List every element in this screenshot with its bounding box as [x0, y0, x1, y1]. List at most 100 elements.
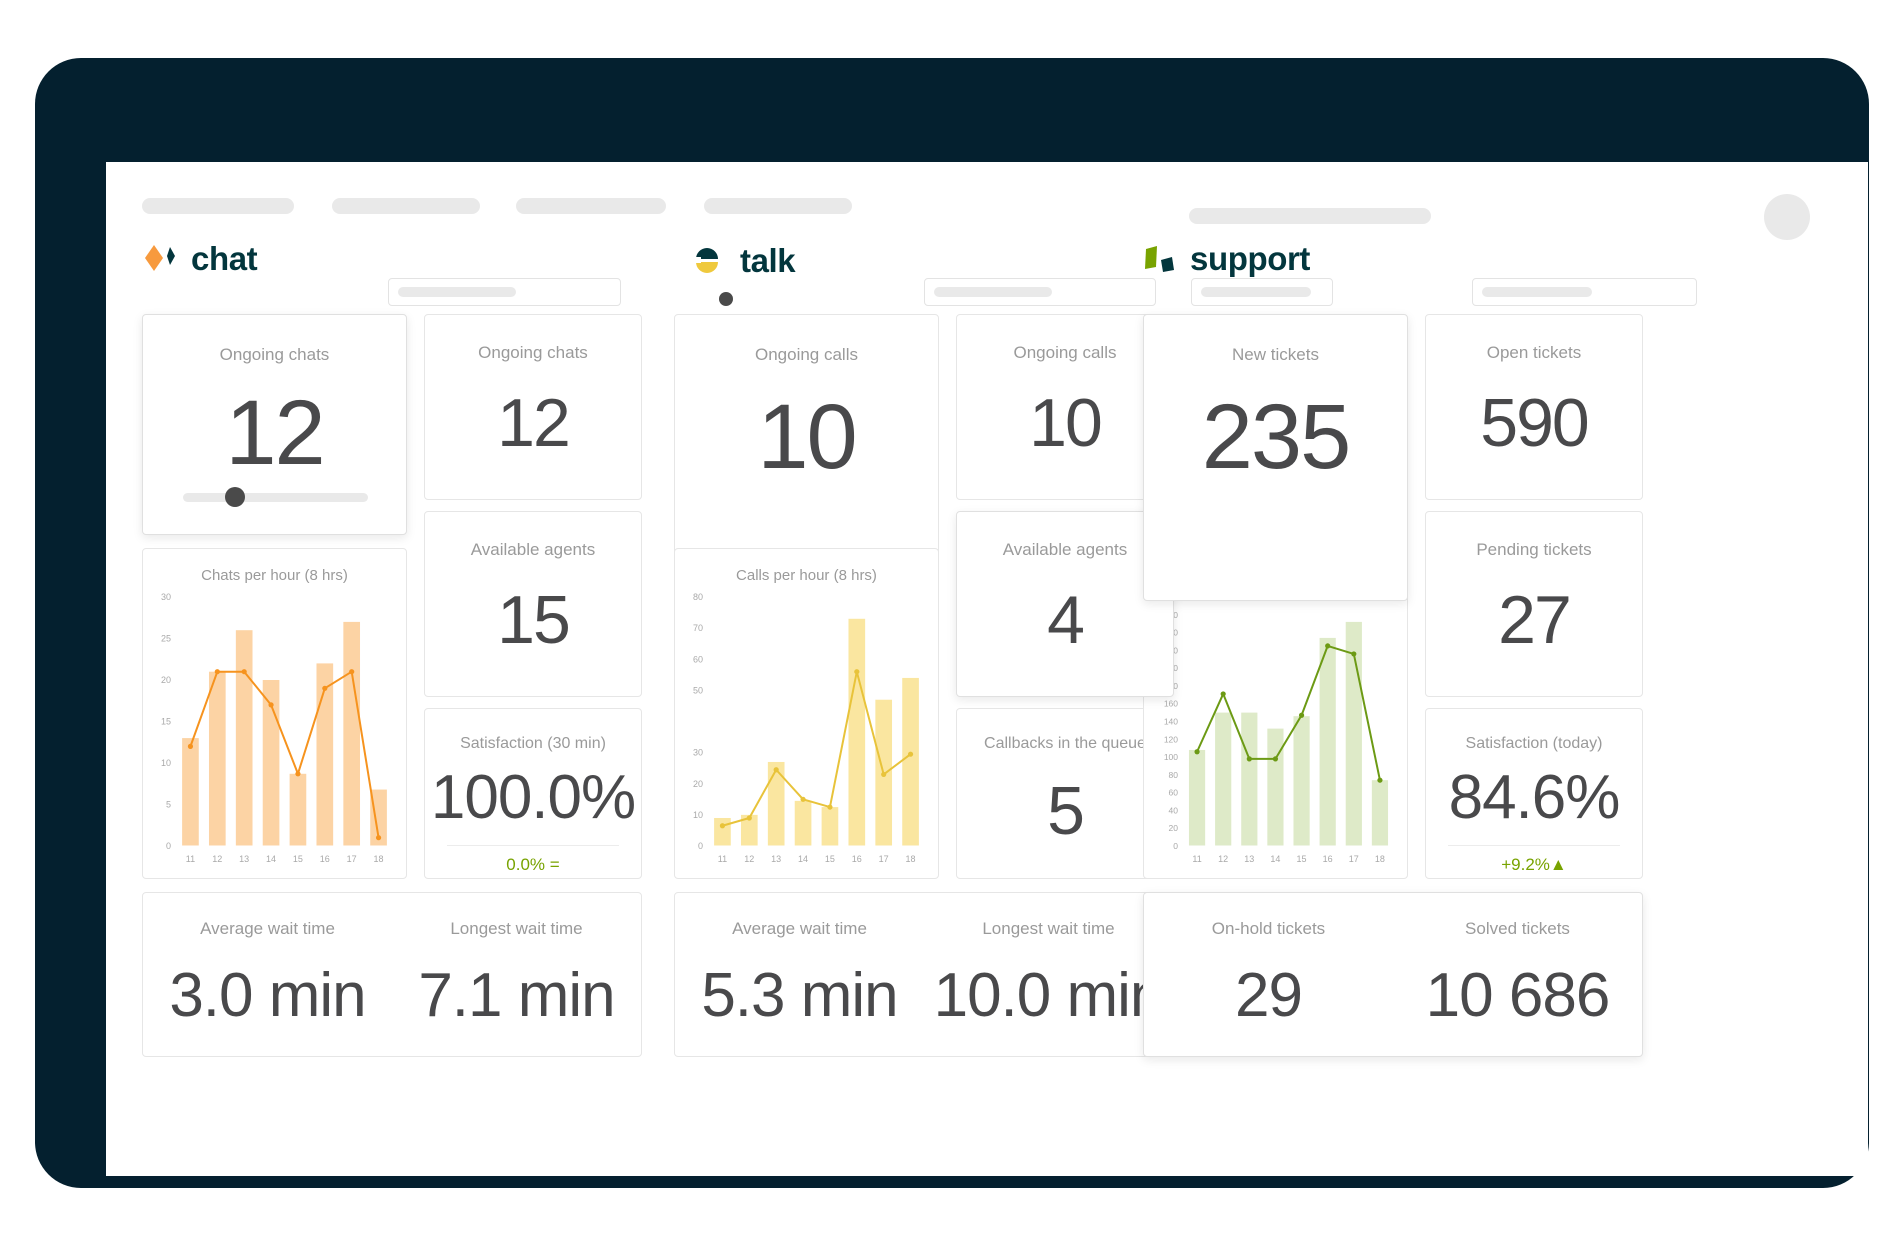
- longest-wait-block-talk: Longest wait time 10.0 min: [924, 893, 1173, 1056]
- solved-tickets-block: Solved tickets 10 686: [1393, 893, 1642, 1056]
- bar: [1371, 780, 1389, 846]
- talk-filter-placeholder: [934, 287, 1052, 297]
- svg-text:30: 30: [693, 748, 703, 758]
- card-value: 10 686: [1425, 961, 1611, 1030]
- card-value: 12: [497, 385, 571, 461]
- chat-filter-pill[interactable]: [388, 278, 621, 306]
- svg-text:13: 13: [239, 854, 249, 864]
- card-value: 5: [1047, 773, 1085, 849]
- longest-wait-block-chat: Longest wait time 7.1 min: [392, 893, 641, 1056]
- svg-text:80: 80: [693, 592, 703, 602]
- card-value: 29: [1235, 961, 1303, 1030]
- bar: [208, 671, 226, 846]
- card-value: 10: [1029, 385, 1103, 461]
- nav-skeleton-1: [142, 198, 294, 214]
- svg-text:12: 12: [744, 854, 754, 864]
- card-ongoing-chats-primary[interactable]: Ongoing chats 12: [142, 314, 407, 535]
- svg-text:30: 30: [161, 592, 171, 602]
- support-logo-icon: [1141, 243, 1177, 275]
- svg-text:16: 16: [320, 854, 330, 864]
- card-label: Available agents: [1002, 540, 1128, 559]
- card-value: 5.3 min: [701, 961, 898, 1030]
- card-satisfaction-chat[interactable]: Satisfaction (30 min) 100.0% 0.0% =: [424, 708, 642, 879]
- brand-label-chat: chat: [191, 240, 258, 277]
- svg-text:10: 10: [161, 758, 171, 768]
- card-ticket-counts[interactable]: On-hold tickets 29 Solved tickets 10 686: [1143, 892, 1643, 1057]
- svg-text:12: 12: [212, 854, 222, 864]
- card-delta: +9.2%▲: [1448, 845, 1620, 875]
- svg-text:120: 120: [1164, 734, 1178, 744]
- bar: [1293, 716, 1310, 846]
- talk-filter-pill[interactable]: [924, 278, 1156, 306]
- svg-text:0: 0: [1173, 841, 1178, 851]
- bar: [182, 738, 199, 846]
- support-filter-pill-2[interactable]: [1472, 278, 1697, 306]
- svg-text:15: 15: [1297, 854, 1307, 864]
- svg-text:20: 20: [693, 779, 703, 789]
- bar: [821, 807, 839, 846]
- support-filter-placeholder-2: [1482, 287, 1592, 297]
- card-new-tickets[interactable]: New tickets 235: [1143, 314, 1408, 601]
- svg-text:50: 50: [693, 685, 703, 695]
- svg-text:0: 0: [166, 841, 171, 851]
- card-callbacks-queue[interactable]: Callbacks in the queue 5: [956, 708, 1174, 879]
- card-chat-chart: Chats per hour (8 hrs) 0 5 10 15 20 25 30 11 12 1…: [142, 548, 407, 879]
- svg-text:25: 25: [161, 634, 171, 644]
- svg-text:11: 11: [718, 854, 727, 864]
- card-label: Average wait time: [732, 919, 867, 938]
- svg-text:17: 17: [879, 854, 889, 864]
- bar: [289, 773, 307, 846]
- card-wait-times-chat[interactable]: Average wait time 3.0 min Longest wait t…: [142, 892, 642, 1057]
- card-pending-tickets[interactable]: Pending tickets 27: [1425, 511, 1643, 697]
- talk-chart-svg: 0 10 20 30 50 60 70 80 11 12 13 14 15 16 17 18: [693, 592, 924, 864]
- card-label: Ongoing calls: [754, 345, 858, 364]
- card-value: 4: [1047, 582, 1085, 658]
- svg-text:160: 160: [1164, 699, 1178, 709]
- chat-logo-icon: [142, 243, 178, 275]
- ongoing-chats-slider-track[interactable]: [183, 493, 368, 502]
- svg-text:13: 13: [1244, 854, 1254, 864]
- ongoing-chats-slider-knob[interactable]: [225, 487, 245, 507]
- support-filter-pill-1[interactable]: [1191, 278, 1333, 306]
- svg-text:20: 20: [161, 675, 171, 685]
- svg-text:14: 14: [266, 854, 276, 864]
- bar: [343, 621, 361, 846]
- support-filter-placeholder-1: [1201, 287, 1311, 297]
- brand-label-support: support: [1190, 240, 1311, 277]
- svg-text:16: 16: [852, 854, 862, 864]
- card-ongoing-chats-secondary[interactable]: Ongoing chats 12: [424, 314, 642, 500]
- chat-filter-placeholder: [398, 287, 516, 297]
- card-label: New tickets: [1232, 345, 1319, 364]
- card-value: 7.1 min: [418, 961, 615, 1030]
- card-label: Satisfaction (today): [1465, 735, 1603, 752]
- avg-wait-block-talk: Average wait time 5.3 min: [675, 893, 924, 1056]
- card-label: Callbacks in the queue: [984, 735, 1146, 752]
- brand-header-talk: talk: [691, 242, 796, 280]
- svg-text:15: 15: [825, 854, 835, 864]
- card-value: 100.0%: [430, 763, 636, 832]
- bar: [1267, 728, 1284, 846]
- bar: [767, 761, 785, 846]
- avatar[interactable]: [1764, 194, 1810, 240]
- screenshot-root: chat talk support Ongoing chats 12 Ongoi…: [0, 0, 1904, 1244]
- card-ongoing-calls-secondary[interactable]: Ongoing calls 10: [956, 314, 1174, 500]
- svg-text:12: 12: [1218, 854, 1228, 864]
- card-label: Satisfaction (30 min): [460, 735, 606, 752]
- card-label: Solved tickets: [1465, 919, 1570, 938]
- svg-text:13: 13: [771, 854, 781, 864]
- card-wait-times-talk[interactable]: Average wait time 5.3 min Longest wait t…: [674, 892, 1174, 1057]
- talk-logo-icon: [691, 245, 727, 277]
- card-open-tickets[interactable]: Open tickets 590: [1425, 314, 1643, 500]
- card-available-agents-chat[interactable]: Available agents 15: [424, 511, 642, 697]
- svg-text:11: 11: [1192, 854, 1201, 864]
- card-label: Open tickets: [1486, 343, 1582, 362]
- card-value: 84.6%: [1448, 763, 1621, 832]
- card-satisfaction-support[interactable]: Satisfaction (today) 84.6% +9.2%▲: [1425, 708, 1643, 879]
- svg-text:0: 0: [698, 841, 703, 851]
- card-value: 10: [757, 386, 857, 488]
- brand-header-support: support: [1141, 240, 1310, 278]
- card-value: 235: [1201, 386, 1352, 488]
- svg-text:60: 60: [693, 654, 703, 664]
- card-available-agents-talk[interactable]: Available agents 4: [956, 511, 1174, 697]
- card-label: Available agents: [470, 540, 596, 559]
